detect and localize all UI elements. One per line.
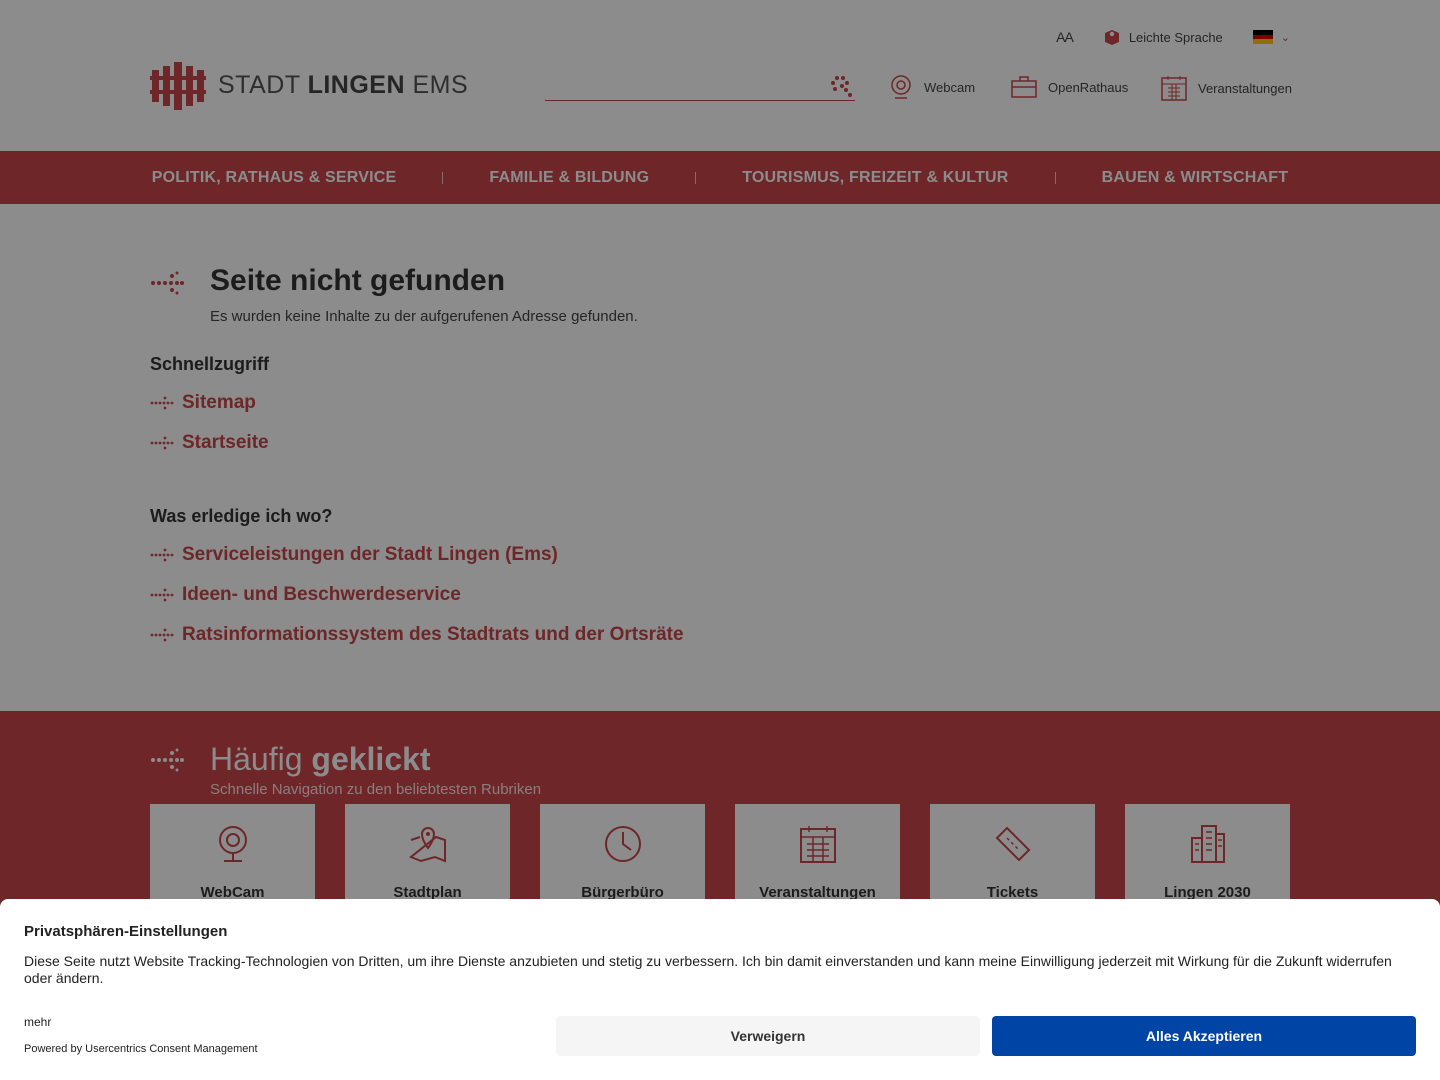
consent-title: Privatsphären-Einstellungen bbox=[24, 923, 228, 940]
consent-text: Diese Seite nutzt Website Tracking-Techn… bbox=[24, 953, 1392, 986]
consent-powered-by[interactable]: Powered by Usercentrics Consent Manageme… bbox=[24, 1043, 258, 1055]
consent-banner: Privatsphären-Einstellungen Diese Seite … bbox=[0, 899, 1440, 1080]
accept-all-button[interactable]: Alles Akzeptieren bbox=[992, 1016, 1416, 1056]
consent-more-link[interactable]: mehr bbox=[24, 1015, 51, 1029]
deny-button[interactable]: Verweigern bbox=[556, 1016, 980, 1056]
